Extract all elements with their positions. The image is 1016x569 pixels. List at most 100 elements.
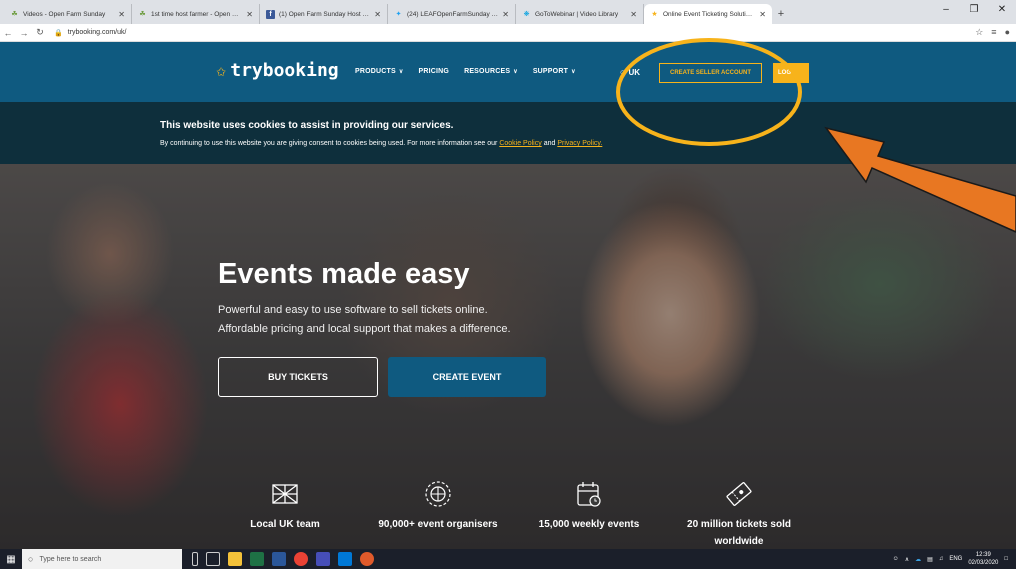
cookie-banner: This website uses cookies to assist in p… [0,102,1016,164]
browser-tab[interactable]: ☘ 1st time host farmer - Open Farm ✕ [132,4,260,24]
windows-taskbar: ▦ ○ Type here to search ☺ ∧ ☁ ▤ ♫ ENG 12… [0,549,1016,569]
photos-icon[interactable] [338,552,352,566]
task-view-icon[interactable] [206,552,220,566]
close-icon[interactable]: ✕ [630,10,637,19]
address-bar: ← → ↻ 🔒 trybooking.com/uk/ ☆ ≡ ● [0,24,1016,42]
browser-tab[interactable]: ☘ Videos - Open Farm Sunday ✕ [4,4,132,24]
browser-tab-strip: ☘ Videos - Open Farm Sunday ✕ ☘ 1st time… [0,0,1016,24]
close-icon[interactable]: ✕ [759,10,766,19]
lock-icon: 🔒 [54,29,63,37]
screenshot-root: ☘ Videos - Open Farm Sunday ✕ ☘ 1st time… [0,0,1016,569]
twitter-icon: ✦ [395,11,402,18]
system-tray: ☺ ∧ ☁ ▤ ♫ ENG 12:39 02/03/2020 □ [893,551,1008,567]
tab-title: GoToWebinar | Video Library [535,10,619,18]
forward-icon[interactable]: → [16,28,32,38]
url-field[interactable]: 🔒 trybooking.com/uk/ [54,29,126,37]
uk-flag-icon [215,476,355,512]
logo-text: trybooking [230,60,339,81]
taskbar-search[interactable]: ○ Type here to search [22,549,182,569]
login-button[interactable]: LOG [773,63,809,83]
excel-icon[interactable] [250,552,264,566]
onedrive-icon[interactable]: ☁ [915,556,921,563]
browser-tab[interactable]: ✦ (24) LEAFOpenFarmSunday (@O ✕ [388,4,516,24]
calendar-icon [519,476,659,512]
browser-tab-active[interactable]: ★ Online Event Ticketing Solution | ✕ [644,4,772,24]
close-window-icon[interactable]: ✕ [988,0,1016,20]
language-indicator[interactable]: ENG [949,556,962,562]
chevron-down-icon: ∨ [398,69,404,75]
hero-subtitle: Powerful and easy to use software to sel… [218,304,488,316]
chevron-down-icon: ∨ [571,69,576,75]
nav-item-resources[interactable]: RESOURCES ∨ [464,68,518,75]
minimize-icon[interactable]: – [932,0,960,20]
taskbar-apps [192,552,374,566]
farm-icon: ☘ [11,11,18,18]
nav-item-products[interactable]: PRODUCTS ∨ [355,68,403,75]
cookie-policy-link[interactable]: Cookie Policy [499,140,541,147]
chevron-down-icon: ∨ [513,69,518,75]
region-selector[interactable]: ○ UK [620,67,640,77]
feature-label: 15,000 weekly events [538,519,640,530]
close-icon[interactable]: ✕ [118,10,125,19]
url-text: trybooking.com/uk/ [67,29,127,36]
region-label: UK [628,67,640,77]
cookie-body: By continuing to use this website you ar… [160,140,498,147]
nav-label: PRODUCTS [355,68,396,75]
ticket-icon [669,476,809,512]
back-icon[interactable]: ← [0,28,16,38]
create-seller-account-button[interactable]: CREATE SELLER ACCOUNT [659,63,762,83]
maximize-icon[interactable]: ❐ [960,0,988,20]
tab-title: (24) LEAFOpenFarmSunday (@O [407,10,499,18]
privacy-policy-link[interactable]: Privacy Policy. [557,140,602,147]
cookie-text: By continuing to use this website you ar… [160,140,602,147]
volume-icon[interactable]: ♫ [939,556,944,562]
cookie-title: This website uses cookies to assist in p… [160,120,454,131]
feature-tickets-sold: 20 million tickets sold worldwide [669,476,809,549]
teams-icon[interactable] [316,552,330,566]
nav-item-support[interactable]: SUPPORT ∨ [533,68,576,75]
word-icon[interactable] [272,552,286,566]
close-icon[interactable]: ✕ [246,10,253,19]
app-icon[interactable] [360,552,374,566]
clock[interactable]: 12:39 02/03/2020 [968,551,998,567]
site-header: ✩ trybooking PRODUCTS ∨ PRICING RESOURCES… [0,42,1016,102]
tab-title: 1st time host farmer - Open Farm [151,10,243,18]
microphone-icon[interactable] [192,552,198,566]
close-icon[interactable]: ✕ [374,10,381,19]
gotowebinar-icon: ❋ [523,11,530,18]
nav-item-pricing[interactable]: PRICING [418,68,449,75]
clock-time: 12:39 [975,552,991,558]
chrome-icon[interactable] [294,552,308,566]
buy-tickets-button[interactable]: BUY TICKETS [218,357,378,397]
close-icon[interactable]: ✕ [502,10,509,19]
hero-title: Events made easy [218,258,470,290]
new-tab-button[interactable]: + [772,4,790,24]
site-logo[interactable]: ✩ trybooking [216,60,339,81]
profile-icon[interactable]: ● [1005,27,1010,38]
chevron-up-icon[interactable]: ∧ [905,556,909,563]
file-explorer-icon[interactable] [228,552,242,566]
clock-date: 02/03/2020 [968,560,999,566]
reload-icon[interactable]: ↻ [32,27,48,38]
network-icon[interactable]: ▤ [927,556,933,563]
facebook-icon: f [266,9,275,19]
browser-tab[interactable]: f (1) Open Farm Sunday Host Farm ✕ [260,4,388,24]
create-event-button[interactable]: CREATE EVENT [388,357,546,397]
feature-weekly-events: 15,000 weekly events [519,476,659,533]
people-icon[interactable]: ☺ [893,556,899,562]
menu-icon[interactable]: ≡ [991,27,996,38]
windows-start-icon[interactable]: ▦ [0,549,22,569]
feature-organisers: 90,000+ event organisers [368,476,508,533]
tab-title: (1) Open Farm Sunday Host Farm [279,10,371,18]
feature-label: Local UK team [250,519,320,530]
main-nav: PRODUCTS ∨ PRICING RESOURCES ∨ SUPPORT ∨ [355,68,576,75]
globe-icon: ○ [620,67,626,77]
window-controls: – ❐ ✕ [932,0,1016,20]
browser-toolbar-right: ☆ ≡ ● [975,27,1010,38]
hero-subtitle: Affordable pricing and local support tha… [218,323,511,335]
notifications-icon[interactable]: □ [1004,556,1008,562]
nav-label: RESOURCES [464,68,511,75]
browser-tab[interactable]: ❋ GoToWebinar | Video Library ✕ [516,4,644,24]
search-placeholder: Type here to search [39,555,102,563]
star-icon[interactable]: ☆ [975,27,983,38]
